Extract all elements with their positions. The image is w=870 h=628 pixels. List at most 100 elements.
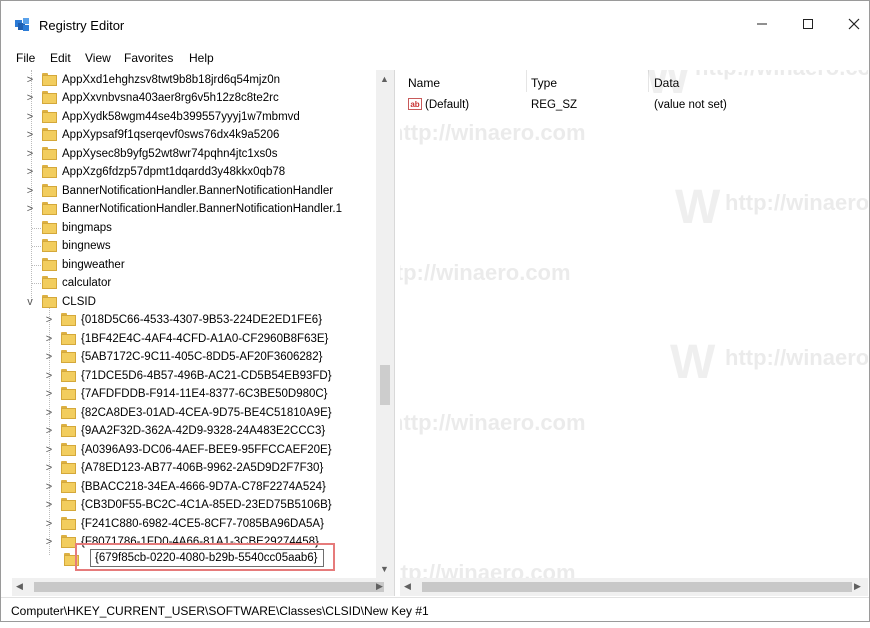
minimize-button[interactable] xyxy=(739,9,785,39)
expand-chevron-icon[interactable]: > xyxy=(43,388,55,400)
scroll-right-arrow-icon[interactable]: ▶ xyxy=(854,581,861,592)
tree-item[interactable]: > BannerNotificationHandler.BannerNotifi… xyxy=(12,201,380,219)
values-horizontal-scrollbar[interactable]: ◀ ▶ xyxy=(400,578,868,596)
expand-chevron-icon[interactable]: > xyxy=(24,74,36,86)
tree-item-clsid[interactable]: v CLSID xyxy=(12,294,380,312)
tree-item[interactable]: > AppXypsaf9f1qserqevf0sws76dx4k9a5206 xyxy=(12,127,380,145)
maximize-button[interactable] xyxy=(785,9,831,39)
tree-item[interactable]: bingnews xyxy=(12,238,380,256)
tree-item[interactable]: > AppXydk58wgm44se4b399557yyyj1w7mbmvd xyxy=(12,109,380,127)
tree-item-label: AppXydk58wgm44se4b399557yyyj1w7mbmvd xyxy=(62,111,300,123)
window-title: Registry Editor xyxy=(39,18,125,33)
tree-item[interactable]: > {9AA2F32D-362A-42D9-9328-24A483E2CCC3} xyxy=(12,423,380,441)
expand-chevron-icon[interactable]: > xyxy=(43,499,55,511)
tree-item-label: BannerNotificationHandler.BannerNotifica… xyxy=(62,203,343,215)
expand-chevron-icon[interactable]: > xyxy=(43,444,55,456)
tree-connector xyxy=(32,228,41,229)
expand-chevron-icon[interactable]: > xyxy=(24,92,36,104)
expand-chevron-icon[interactable]: > xyxy=(24,166,36,178)
maximize-icon xyxy=(803,19,813,29)
expand-chevron-icon[interactable]: > xyxy=(43,536,55,548)
tree-item-label: {9AA2F32D-362A-42D9-9328-24A483E2CCC3} xyxy=(81,425,326,437)
expand-chevron-icon[interactable]: > xyxy=(43,518,55,530)
expand-chevron-icon[interactable]: > xyxy=(24,129,36,141)
scroll-left-arrow-icon[interactable]: ◀ xyxy=(404,581,411,592)
tree-item[interactable]: > AppXxd1ehghzsv8twt9b8b18jrd6q54mjz0n xyxy=(12,72,380,90)
scroll-left-arrow-icon[interactable]: ◀ xyxy=(16,581,23,592)
tree-item-label: {F241C880-6982-4CE5-8CF7-7085BA96DA5A} xyxy=(81,518,324,530)
current-key-path: Computer\HKEY_CURRENT_USER\SOFTWARE\Clas… xyxy=(11,604,429,618)
tree-item[interactable]: > {BBACC218-34EA-4666-9D7A-C78F2274A524} xyxy=(12,479,380,497)
expand-chevron-icon[interactable]: > xyxy=(43,407,55,419)
expand-chevron-icon[interactable]: > xyxy=(43,481,55,493)
folder-icon xyxy=(42,73,57,86)
folder-icon xyxy=(61,350,76,363)
scroll-thumb[interactable] xyxy=(34,582,384,592)
key-tree-pane[interactable]: > AppXxd1ehghzsv8twt9b8b18jrd6q54mjz0n >… xyxy=(12,70,394,578)
column-header-name[interactable]: Name xyxy=(408,76,440,90)
tree-item[interactable]: > AppXysec8b9yfg52wt8wr74pqhn4jtc1xs0s xyxy=(12,146,380,164)
folder-icon xyxy=(42,202,57,215)
expand-chevron-icon[interactable]: > xyxy=(24,203,36,215)
tree-item[interactable]: bingmaps xyxy=(12,220,380,238)
tree-item[interactable]: > {018D5C66-4533-4307-9B53-224DE2ED1FE6} xyxy=(12,312,380,330)
tree-horizontal-scrollbar[interactable]: ◀ ▶ xyxy=(12,578,394,596)
folder-icon xyxy=(61,517,76,530)
tree-item[interactable]: > {82CA8DE3-01AD-4CEA-9D75-BE4C51810A9E} xyxy=(12,405,380,423)
watermark-text: http://winaero.com xyxy=(400,120,586,145)
folder-icon xyxy=(61,424,76,437)
tree-item-label: {82CA8DE3-01AD-4CEA-9D75-BE4C51810A9E} xyxy=(81,407,332,419)
folder-icon xyxy=(61,369,76,382)
tree-item[interactable]: > {5AB7172C-9C11-405C-8DD5-AF20F3606282} xyxy=(12,349,380,367)
tree-item[interactable]: calculator xyxy=(12,275,380,293)
expand-chevron-icon[interactable]: > xyxy=(43,370,55,382)
expand-chevron-icon[interactable]: > xyxy=(43,314,55,326)
expand-chevron-icon[interactable]: > xyxy=(43,351,55,363)
tree-item[interactable]: > {1BF42E4C-4AF4-4CFD-A1A0-CF2960B8F63E} xyxy=(12,331,380,349)
scroll-down-arrow-icon[interactable]: ▼ xyxy=(380,564,389,574)
expand-chevron-icon[interactable]: > xyxy=(43,333,55,345)
expand-chevron-icon[interactable]: > xyxy=(24,111,36,123)
expand-chevron-icon[interactable]: > xyxy=(43,462,55,474)
column-header-type[interactable]: Type xyxy=(531,76,557,90)
tree-item[interactable]: > BannerNotificationHandler.BannerNotifi… xyxy=(12,183,380,201)
tree-item-label: AppXxvnbvsna403aer8rg6v5h12z8c8te2rc xyxy=(62,92,279,104)
tree-item[interactable]: > {71DCE5D6-4B57-496B-AC21-CD5B54EB93FD} xyxy=(12,368,380,386)
values-pane[interactable]: Name Type Data ab (Default) REG_SZ (valu… xyxy=(400,70,868,578)
scroll-up-arrow-icon[interactable]: ▲ xyxy=(380,74,389,84)
rename-key-input[interactable]: {679f85cb-0220-4080-b29b-5540cc05aab6} xyxy=(90,549,324,567)
scroll-thumb[interactable] xyxy=(422,582,852,592)
tree-item[interactable]: > {F241C880-6982-4CE5-8CF7-7085BA96DA5A} xyxy=(12,516,380,534)
status-bar: Computer\HKEY_CURRENT_USER\SOFTWARE\Clas… xyxy=(1,597,869,621)
close-button[interactable] xyxy=(831,9,869,39)
tree-item[interactable]: > {CB3D0F55-BC2C-4C1A-85ED-23ED75B5106B} xyxy=(12,497,380,515)
watermark-text: http://winaero.com xyxy=(725,190,868,215)
value-name: (Default) xyxy=(425,99,470,111)
menu-help[interactable]: Help xyxy=(189,51,214,65)
menu-file[interactable]: File xyxy=(16,51,35,65)
folder-icon xyxy=(42,184,57,197)
expand-chevron-icon[interactable]: > xyxy=(24,148,36,160)
menu-edit[interactable]: Edit xyxy=(50,51,71,65)
tree-item[interactable]: bingweather xyxy=(12,257,380,275)
scroll-right-arrow-icon[interactable]: ▶ xyxy=(376,581,383,592)
title-bar[interactable]: Registry Editor xyxy=(1,1,869,45)
watermark-logo: W xyxy=(645,70,691,104)
tree-item-label: {A78ED123-AB77-406B-9962-2A5D9D2F7F30} xyxy=(81,462,324,474)
tree-item-label: {7AFDFDDB-F914-11E4-8377-6C3BE50D980C} xyxy=(81,388,328,400)
menu-view[interactable]: View xyxy=(85,51,111,65)
tree-item-label: bingweather xyxy=(62,259,125,271)
tree-item[interactable]: > {A78ED123-AB77-406B-9962-2A5D9D2F7F30} xyxy=(12,460,380,478)
scroll-thumb[interactable] xyxy=(380,365,390,405)
expand-chevron-icon[interactable]: > xyxy=(43,425,55,437)
tree-item[interactable]: > {A0396A93-DC06-4AEF-BEE9-95FFCCAEF20E} xyxy=(12,442,380,460)
expand-chevron-icon[interactable]: > xyxy=(24,185,36,197)
tree-item[interactable]: > AppXzg6fdzp57dpmt1dqardd3y48kkx0qb78 xyxy=(12,164,380,182)
folder-icon xyxy=(61,480,76,493)
column-separator[interactable] xyxy=(526,70,527,92)
collapse-chevron-icon[interactable]: v xyxy=(24,296,36,308)
tree-vertical-scrollbar[interactable]: ▲ ▼ xyxy=(376,70,394,578)
tree-item[interactable]: > AppXxvnbvsna403aer8rg6v5h12z8c8te2rc xyxy=(12,90,380,108)
tree-item[interactable]: > {7AFDFDDB-F914-11E4-8377-6C3BE50D980C} xyxy=(12,386,380,404)
menu-favorites[interactable]: Favorites xyxy=(124,51,173,65)
